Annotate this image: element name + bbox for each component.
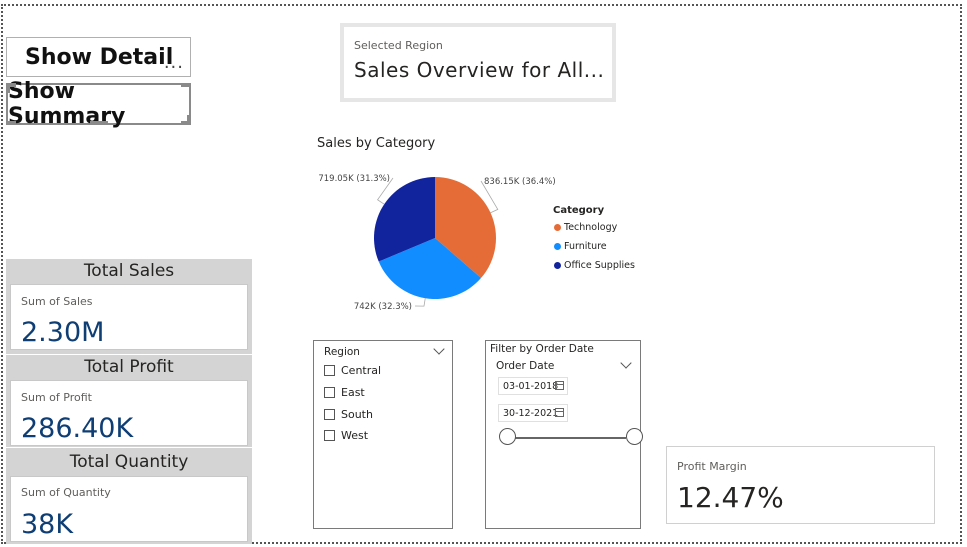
leader-line-furniture <box>414 298 426 307</box>
legend-label-technology: Technology <box>564 222 618 233</box>
data-label-office-supplies: 719.05K (31.3%) <box>318 174 390 184</box>
date-slicer-field: Order Date <box>496 360 555 372</box>
resize-handle-tl-v[interactable] <box>6 83 10 93</box>
sales-by-category-pie[interactable]: 836.15K (36.4%) 742K (32.3%) 719.05K (31.3… <box>300 160 560 320</box>
profit-margin-value: 12.47% <box>677 481 784 514</box>
total-sales-title: Total Sales <box>83 261 175 281</box>
more-options-icon[interactable]: ... <box>164 52 184 73</box>
date-slicer-title: Filter by Order Date <box>490 343 594 355</box>
legend-dot-office-supplies <box>554 262 561 269</box>
legend-item-office-supplies[interactable]: Office Supplies <box>554 260 635 271</box>
sum-of-quantity-value: 38K <box>21 509 74 540</box>
date-range-end-handle[interactable] <box>626 428 643 445</box>
region-option-south[interactable]: South <box>324 408 373 421</box>
region-option-east[interactable]: East <box>324 386 365 399</box>
profit-margin-card: Profit Margin 12.47% <box>666 446 935 524</box>
end-date-value: 30-12-2021 <box>503 407 559 419</box>
total-profit-title: Total Profit <box>84 357 174 377</box>
selected-region-card: Selected Region Sales Overview for All..… <box>340 23 616 102</box>
resize-handle-tr[interactable] <box>181 83 191 87</box>
sum-of-quantity-label: Sum of Quantity <box>21 486 111 499</box>
chevron-down-icon[interactable] <box>433 343 445 355</box>
legend-item-furniture[interactable]: Furniture <box>554 241 607 252</box>
checkbox-west[interactable] <box>324 430 335 441</box>
resize-handle-bl[interactable] <box>6 121 16 125</box>
legend-item-technology[interactable]: Technology <box>554 222 617 233</box>
legend-title: Category <box>553 205 605 216</box>
date-range-start-handle[interactable] <box>499 428 516 445</box>
start-date-value: 03-01-2018 <box>503 380 559 392</box>
chevron-down-icon[interactable] <box>620 357 632 369</box>
checkbox-east[interactable] <box>324 387 335 398</box>
resize-handle-br-v[interactable] <box>187 115 191 125</box>
sum-of-profit-value: 286.40K <box>21 413 134 444</box>
region-option-label: Central <box>341 364 382 377</box>
end-date-input[interactable]: 30-12-2021 <box>498 404 568 422</box>
data-label-technology: 836.15K (36.4%) <box>484 177 556 187</box>
show-summary-button[interactable]: Show Summary <box>6 79 191 129</box>
show-detail-button[interactable]: Show Detail ... <box>6 37 191 77</box>
selected-region-value: Sales Overview for All... <box>354 58 602 82</box>
legend-dot-furniture <box>554 243 561 250</box>
region-slicer-title: Region <box>324 346 360 358</box>
region-option-label: East <box>341 386 365 399</box>
total-quantity-card: Total Quantity Sum of Quantity 38K <box>6 448 252 544</box>
legend-label-furniture: Furniture <box>564 241 607 252</box>
order-date-slicer: Filter by Order Date Order Date 03-01-20… <box>485 340 643 529</box>
calendar-icon[interactable] <box>555 408 564 417</box>
region-option-west[interactable]: West <box>324 429 368 442</box>
selected-region-label: Selected Region <box>354 39 443 52</box>
chart-title: Sales by Category <box>317 136 436 151</box>
start-date-input[interactable]: 03-01-2018 <box>498 377 568 395</box>
total-quantity-title: Total Quantity <box>69 452 189 472</box>
region-option-central[interactable]: Central <box>324 364 381 377</box>
show-detail-label: Show Detail <box>25 44 174 70</box>
region-option-label: South <box>341 408 373 421</box>
region-option-label: West <box>341 429 369 442</box>
region-slicer: Region Central East South West <box>313 340 453 529</box>
legend-label-office-supplies: Office Supplies <box>564 260 635 271</box>
date-range-track[interactable] <box>508 437 626 439</box>
resize-handle-bm[interactable] <box>90 121 108 125</box>
profit-margin-label: Profit Margin <box>677 460 747 473</box>
sum-of-sales-label: Sum of Sales <box>21 295 93 308</box>
checkbox-south[interactable] <box>324 409 335 420</box>
data-label-furniture: 742K (32.3%) <box>354 302 412 312</box>
total-sales-card: Total Sales Sum of Sales 2.30M <box>6 259 252 354</box>
calendar-icon[interactable] <box>555 381 564 390</box>
legend-dot-technology <box>554 224 561 231</box>
sum-of-profit-label: Sum of Profit <box>21 391 92 404</box>
checkbox-central[interactable] <box>324 365 335 376</box>
total-profit-card: Total Profit Sum of Profit 286.40K <box>6 355 252 447</box>
sum-of-sales-value: 2.30M <box>21 317 105 348</box>
